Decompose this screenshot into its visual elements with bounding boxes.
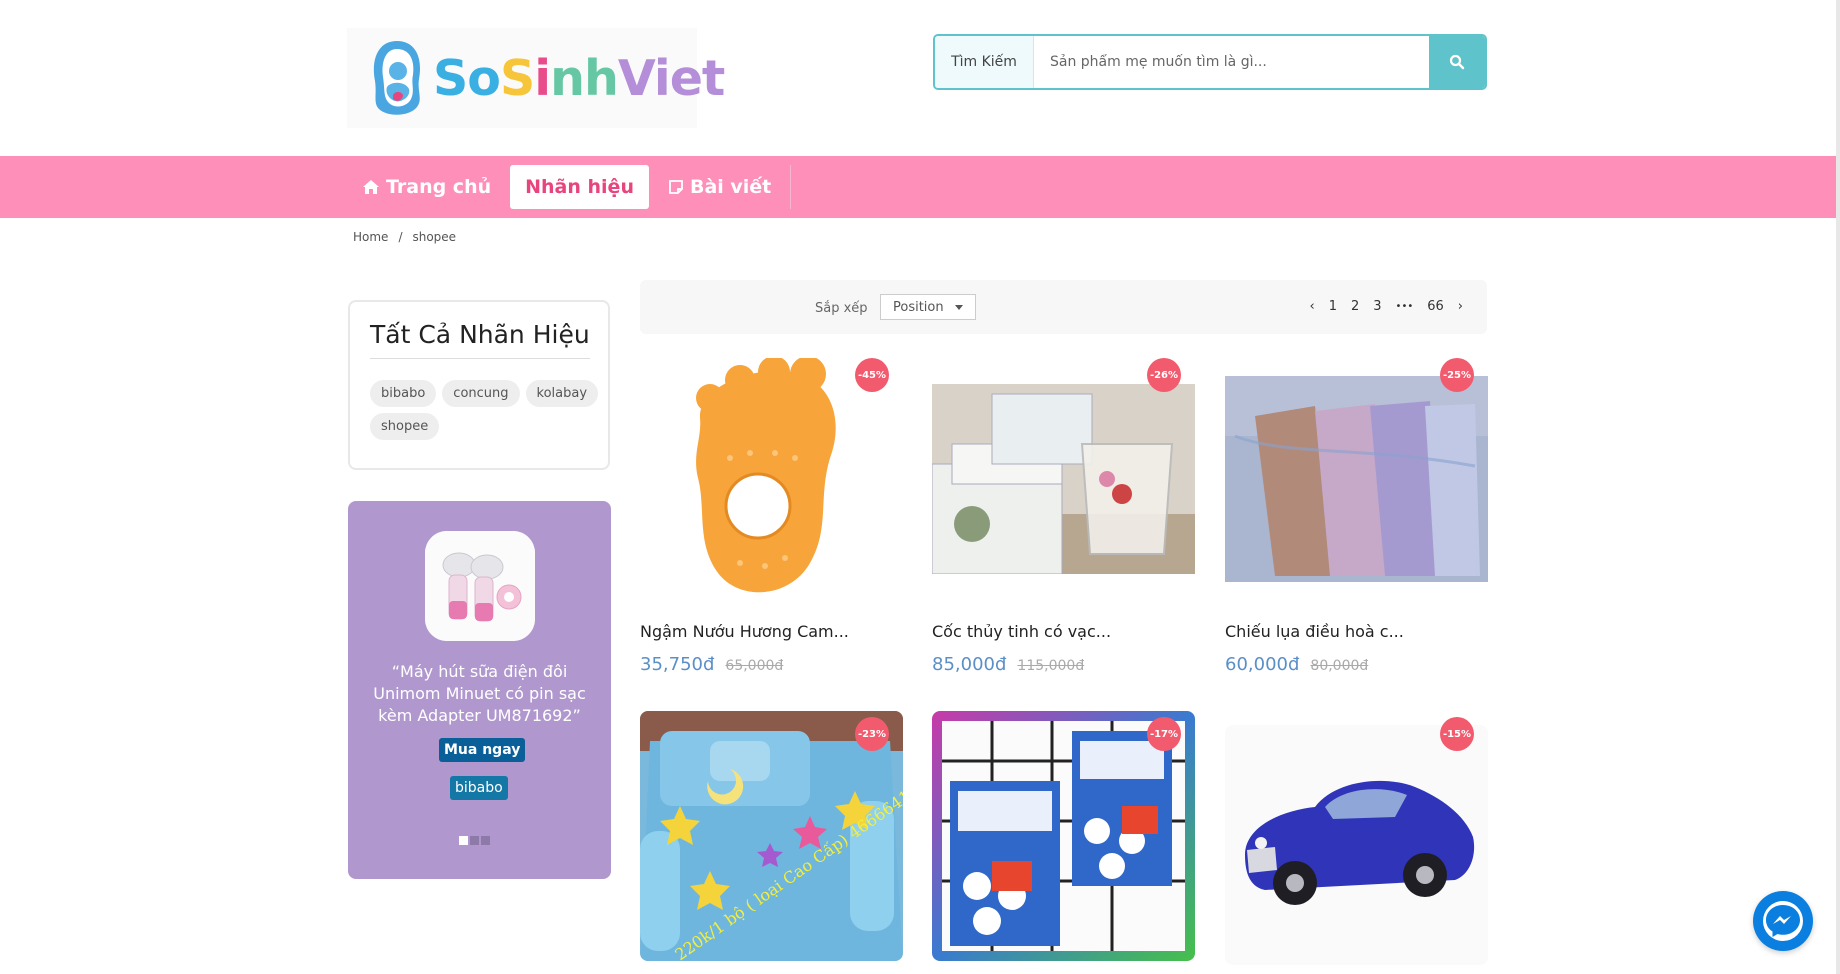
breadcrumb-current: shopee xyxy=(412,230,457,244)
product-name[interactable]: Cốc thủy tinh có vạc... xyxy=(932,622,1111,641)
promo-slider: “Máy hút sữa điện đôi Unimom Minuet có p… xyxy=(348,501,611,879)
product-image[interactable] xyxy=(1225,725,1488,965)
slider-dot[interactable] xyxy=(470,836,479,845)
sort-select[interactable]: Position xyxy=(880,294,976,320)
slider-dot[interactable] xyxy=(481,836,490,845)
page-link[interactable]: 66 xyxy=(1427,299,1444,314)
breast-pump-image[interactable] xyxy=(425,531,535,641)
search-input[interactable] xyxy=(1034,36,1429,88)
product-image[interactable] xyxy=(1225,376,1488,582)
main-nav: Trang chủ Nhãn hiệu Bài viết xyxy=(0,156,1836,218)
page-link[interactable]: 1 xyxy=(1329,299,1337,314)
nav-item-label: Nhãn hiệu xyxy=(525,176,634,198)
slider-dots xyxy=(459,836,490,845)
product-price: 35,750đ xyxy=(640,654,715,675)
brands-title: Tất Cả Nhãn Hiệu xyxy=(370,320,590,349)
search-icon xyxy=(1449,54,1465,70)
nav-item-label: Trang chủ xyxy=(386,176,492,198)
nav-item-articles[interactable]: Bài viết xyxy=(653,165,786,209)
breadcrumb-home-link[interactable]: Home xyxy=(353,230,388,244)
nav-divider xyxy=(790,165,792,209)
page-scrollbar[interactable] xyxy=(1836,0,1840,974)
note-icon xyxy=(669,180,683,194)
caret-down-icon xyxy=(955,305,963,310)
next-page-button[interactable]: › xyxy=(1458,299,1463,314)
page-link[interactable]: 2 xyxy=(1351,299,1359,314)
discount-badge: -45% xyxy=(855,358,889,392)
promo-text: “Máy hút sữa điện đôi Unimom Minuet có p… xyxy=(373,662,586,725)
slider-dot[interactable] xyxy=(459,836,468,845)
breadcrumb: Home / shopee xyxy=(353,230,456,244)
discount-badge: -15% xyxy=(1440,717,1474,751)
site-logo[interactable]: SoSinhViet xyxy=(347,28,725,128)
home-icon xyxy=(363,180,379,194)
discount-badge: -26% xyxy=(1147,358,1181,392)
nav-item-brands[interactable]: Nhãn hiệu xyxy=(510,165,649,209)
brand-tag[interactable]: concung xyxy=(442,380,520,407)
page-ellipsis: ••• xyxy=(1395,301,1414,312)
product-price: 60,000đ xyxy=(1225,654,1300,675)
search-box: Tìm Kiếm xyxy=(933,34,1487,90)
discount-badge: -23% xyxy=(855,717,889,751)
product-name[interactable]: Chiếu lụa điều hoà c... xyxy=(1225,622,1404,641)
search-label: Tìm Kiếm xyxy=(935,36,1034,88)
messenger-chat-button[interactable] xyxy=(1753,891,1813,951)
pagination: ‹ 1 2 3 ••• 66 › xyxy=(1310,299,1464,314)
page-link[interactable]: 3 xyxy=(1373,299,1381,314)
mother-baby-logo-icon xyxy=(365,37,429,119)
discount-badge: -17% xyxy=(1147,717,1181,751)
discount-badge: -25% xyxy=(1440,358,1474,392)
divider xyxy=(370,358,590,359)
brand-tag[interactable]: shopee xyxy=(370,413,440,440)
buy-now-button[interactable]: Mua ngay xyxy=(439,738,526,762)
sort-value: Position xyxy=(893,299,944,315)
logo-wordmark: SoSinhViet xyxy=(433,49,725,107)
nav-item-home[interactable]: Trang chủ xyxy=(347,165,506,209)
product-toolbar: Sắp xếp Position ‹ 1 2 3 ••• 66 › xyxy=(640,280,1487,334)
messenger-icon xyxy=(1763,901,1803,941)
breadcrumb-separator: / xyxy=(398,230,403,244)
nav-item-label: Bài viết xyxy=(689,176,772,198)
brands-panel: Tất Cả Nhãn Hiệu bibabo concung kolabay … xyxy=(348,300,610,470)
product-image[interactable] xyxy=(640,358,903,608)
sort-label: Sắp xếp xyxy=(815,301,868,316)
search-button[interactable] xyxy=(1429,36,1485,88)
product-old-price: 65,000đ xyxy=(725,658,784,674)
brand-tag[interactable]: bibabo xyxy=(370,380,437,407)
prev-page-button[interactable]: ‹ xyxy=(1310,299,1315,314)
product-old-price: 80,000đ xyxy=(1310,658,1369,674)
product-price: 85,000đ xyxy=(932,654,1007,675)
brand-tag[interactable]: kolabay xyxy=(525,380,599,407)
promo-brand-button[interactable]: bibabo xyxy=(450,776,508,800)
product-old-price: 115,000đ xyxy=(1017,658,1085,674)
product-image[interactable] xyxy=(932,384,1195,574)
product-name[interactable]: Ngậm Nướu Hương Cam... xyxy=(640,622,849,641)
